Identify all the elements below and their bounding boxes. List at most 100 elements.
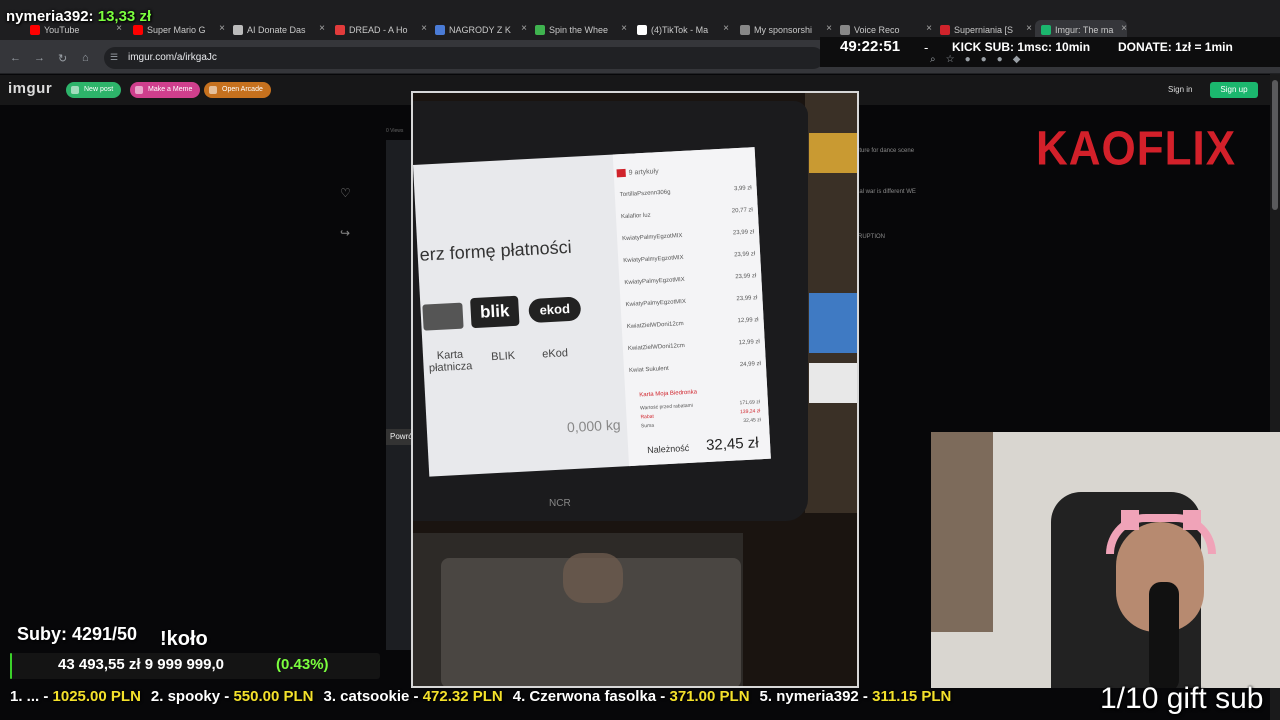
- tab-favicon-icon: [233, 25, 243, 35]
- donate-rate: DONATE: 1zł = 1min: [1118, 40, 1233, 54]
- cart-item-price: 23,99 zł: [736, 295, 758, 303]
- browser-tab[interactable]: (4)TikTok - Ma ×: [637, 20, 729, 40]
- amount-due-value: 32,45 zł: [705, 434, 760, 455]
- ekod-logo: ekod: [528, 296, 582, 324]
- shelf-product: [809, 293, 857, 353]
- ncr-logo: NCR: [549, 498, 571, 509]
- browser-tab[interactable]: AI Donate Das ×: [233, 20, 325, 40]
- cart-item-price: 12,99 zł: [737, 317, 759, 325]
- webcam-photos: [931, 432, 993, 632]
- ticker-value: 371.00 PLN: [669, 688, 750, 705]
- tab-close-icon[interactable]: ×: [1121, 23, 1127, 34]
- ticker-value: 1025.00 PLN: [52, 688, 141, 705]
- share-arrow-icon[interactable]: ↪: [340, 226, 350, 240]
- sidebar-snippet[interactable]: iture for dance scene: [858, 148, 914, 154]
- make-meme-button[interactable]: Make a Meme: [130, 82, 201, 98]
- tab-favicon-icon: [435, 25, 445, 35]
- sign-in-link[interactable]: Sign in: [1168, 85, 1192, 94]
- discount-label: Rabat: [640, 413, 655, 421]
- tab-label: DREAD - A Ho: [349, 25, 408, 35]
- subathon-timer: 49:22:51: [840, 38, 901, 55]
- tab-close-icon[interactable]: ×: [621, 23, 627, 34]
- sign-up-button[interactable]: Sign up: [1210, 82, 1258, 98]
- hand: [563, 553, 623, 603]
- tab-label: NAGRODY Z K: [449, 25, 511, 35]
- browser-tab[interactable]: Spin the Whee ×: [535, 20, 627, 40]
- browser-tab[interactable]: My sponsorshi ×: [740, 20, 832, 40]
- tab-favicon-icon: [535, 25, 545, 35]
- tab-label: (4)TikTok - Ma: [651, 25, 709, 35]
- tab-close-icon[interactable]: ×: [219, 23, 225, 34]
- payment-option-ekod: eKod: [541, 347, 569, 361]
- tab-favicon-icon: [740, 25, 750, 35]
- subs-counter: Suby: 4291/50: [17, 624, 138, 644]
- cart-item-price: 23,99 zł: [733, 251, 756, 259]
- sidebar-snippet[interactable]: RUPTION: [858, 234, 885, 240]
- ticker-value: 472.32 PLN: [422, 688, 503, 705]
- timer-separator: -: [924, 40, 929, 55]
- microphone: [1149, 582, 1179, 688]
- imgur-logo[interactable]: imgur: [8, 80, 52, 97]
- extension-icon[interactable]: ●: [965, 54, 971, 65]
- tab-favicon-icon: [335, 25, 345, 35]
- new-post-button[interactable]: New post: [66, 82, 122, 98]
- tab-close-icon[interactable]: ×: [723, 23, 729, 34]
- payment-title: erz formę płatności: [419, 236, 573, 265]
- zoom-icon[interactable]: ⌕: [930, 54, 936, 65]
- sum-label: Suma: [640, 422, 655, 430]
- goal-percent: (0.43%): [276, 656, 329, 673]
- open-arcade-button[interactable]: Open Arcade: [204, 82, 271, 98]
- webcam-feed: [931, 432, 1280, 688]
- star-icon[interactable]: ☆: [946, 54, 955, 65]
- reload-icon[interactable]: ↻: [58, 52, 67, 65]
- ticker-entry: 1. ... - 1025.00 PLN: [10, 688, 141, 710]
- home-icon[interactable]: ⌂: [82, 52, 89, 64]
- ticker-rank: 1. ... -: [10, 688, 49, 705]
- puzzle-icon[interactable]: ◆: [1013, 54, 1021, 65]
- cart-icon: [616, 168, 626, 178]
- ticker-entry: 4. Czerwona fasolka - 371.00 PLN: [513, 688, 750, 710]
- payment-option-card: Karta płatnicza: [428, 348, 473, 375]
- heart-icon[interactable]: ♡: [340, 186, 351, 200]
- back-arrow-icon[interactable]: ←: [10, 52, 21, 64]
- ticker-rank: 4. Czerwona fasolka -: [512, 688, 666, 705]
- last-donation: nymeria392: 13,33 zł: [6, 8, 151, 25]
- blik-logo: blik: [470, 295, 520, 329]
- ticker-entry: 3. catsookie - 472.32 PLN: [323, 688, 502, 710]
- browser-tab[interactable]: DREAD - A Ho ×: [335, 20, 427, 40]
- post-image[interactable]: erz formę płatności blik ekod Karta płat…: [411, 91, 859, 688]
- tab-close-icon[interactable]: ×: [826, 23, 832, 34]
- tab-favicon-icon: [637, 25, 647, 35]
- stream-frame: YouTube × Super Mario G × AI Donate Das × DREA…: [0, 0, 1280, 720]
- browser-tab[interactable]: NAGRODY Z K ×: [435, 20, 527, 40]
- extension-icon[interactable]: ●: [997, 54, 1003, 65]
- kaoflix-logo: KAOFLIX: [1036, 121, 1237, 176]
- tab-favicon-icon: [1041, 25, 1051, 35]
- tab-close-icon[interactable]: ×: [521, 23, 527, 34]
- tab-close-icon[interactable]: ×: [1026, 23, 1032, 34]
- site-info-icon[interactable]: ☰: [110, 52, 118, 63]
- cart-item-price: 23,99 zł: [732, 229, 755, 237]
- tab-close-icon[interactable]: ×: [926, 23, 932, 34]
- address-bar[interactable]: imgur.com/a/irkgaJc: [104, 47, 824, 69]
- card-icon: [422, 302, 464, 331]
- kick-sub-rate: KICK SUB: 1msc: 10min: [952, 40, 1091, 54]
- sidebar-snippet[interactable]: ial war is different WE: [858, 189, 916, 195]
- donation-goal-fill: [10, 653, 12, 679]
- extension-icon[interactable]: ●: [981, 54, 987, 65]
- shelf-product: [809, 133, 857, 173]
- tab-label: Super Mario G: [147, 25, 206, 35]
- forward-arrow-icon[interactable]: →: [34, 52, 45, 64]
- kiosk-screen: erz formę płatności blik ekod Karta płat…: [413, 147, 771, 477]
- scale-weight: 0,000 kg: [566, 416, 622, 436]
- cart-item-price: 20,77 zł: [731, 207, 753, 215]
- tab-favicon-icon: [133, 25, 143, 35]
- tab-close-icon[interactable]: ×: [319, 23, 325, 34]
- tab-favicon-icon: [840, 25, 850, 35]
- gift-sub-counter: 1/10 gift sub: [1100, 682, 1264, 715]
- tab-close-icon[interactable]: ×: [421, 23, 427, 34]
- scrollbar-thumb[interactable]: [1272, 80, 1278, 210]
- donor-name: nymeria392:: [6, 8, 94, 25]
- donor-amount: 13,33 zł: [97, 8, 152, 25]
- ticker-entry: 2. spooky - 550.00 PLN: [151, 688, 314, 710]
